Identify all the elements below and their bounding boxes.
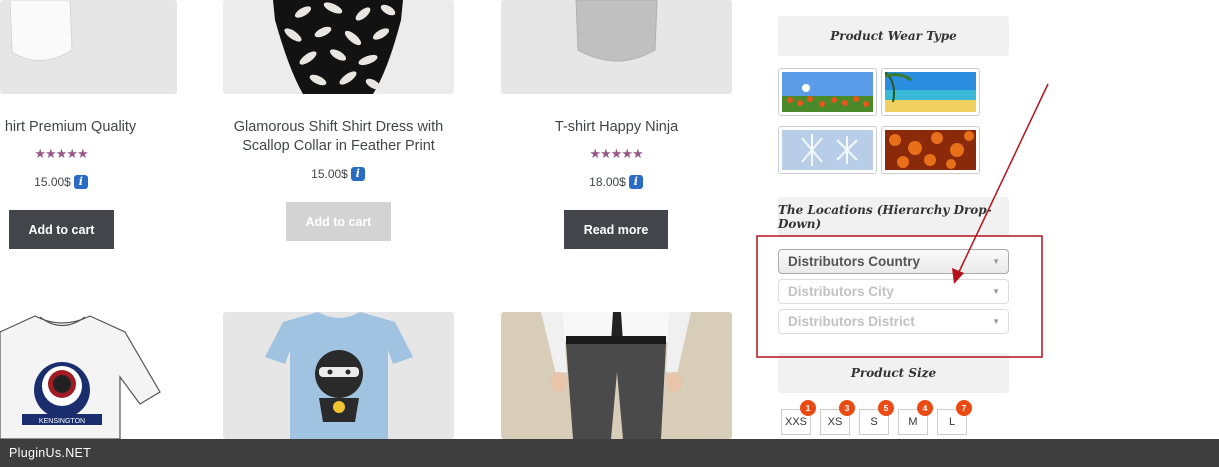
count-badge: 3 — [839, 400, 855, 416]
product-title-3[interactable]: T-shirt Happy Ninja — [501, 118, 732, 137]
price-1: 15.00$ i — [25, 175, 97, 189]
wear-type-tile-winter[interactable] — [778, 126, 877, 174]
footer-brand[interactable]: PluginUs.NET — [9, 446, 91, 460]
product-image-5[interactable] — [223, 312, 454, 439]
wear-type-tile-spring[interactable] — [778, 68, 877, 116]
wear-type-tile-autumn[interactable] — [881, 126, 980, 174]
spring-image-icon — [782, 72, 873, 112]
size-label: XS — [827, 416, 843, 428]
product-image-4[interactable]: KENSINGTON — [0, 312, 177, 439]
select-label: Distributors Country — [788, 254, 921, 269]
product-title-1[interactable]: hirt Premium Quality — [0, 118, 141, 137]
wear-type-widget-title: Product Wear Type — [778, 16, 1009, 56]
summer-image-icon — [884, 71, 976, 112]
autumn-image-icon — [885, 130, 976, 170]
caret-down-icon: ▼ — [992, 257, 1000, 266]
size-option-xxs[interactable]: XXS 1 — [781, 400, 816, 435]
read-more-button-3[interactable]: Read more — [564, 210, 668, 249]
size-label: XXS — [784, 416, 807, 428]
info-icon[interactable]: i — [350, 167, 365, 181]
price-2: 15.00$ i — [290, 167, 386, 181]
size-label: S — [870, 416, 878, 428]
winter-image-icon — [782, 130, 873, 170]
size-label: M — [908, 416, 918, 428]
locations-widget-title: The Locations (Hierarchy Drop-Down) — [778, 197, 1009, 237]
size-option-m[interactable]: M 4 — [898, 400, 933, 435]
footer-bar: PluginUs.NET — [0, 439, 1219, 467]
product-title-2[interactable]: Glamorous Shift Shirt Dress with Scallop… — [223, 118, 454, 156]
size-option-xs[interactable]: XS 3 — [820, 400, 855, 435]
shirt-badge-text: KENSINGTON — [39, 418, 85, 425]
price-value: 15.00$ — [311, 167, 348, 181]
count-badge: 1 — [800, 400, 816, 416]
rating-stars-3: ★★★★★ — [589, 146, 643, 161]
add-to-cart-button-2[interactable]: Add to cart — [286, 202, 391, 241]
add-to-cart-button-1[interactable]: Add to cart — [9, 210, 114, 249]
count-badge: 7 — [956, 400, 972, 416]
product-image-6[interactable] — [501, 312, 732, 439]
size-label: L — [948, 416, 956, 428]
select-label: Distributors District — [788, 314, 915, 329]
info-icon[interactable]: i — [73, 175, 88, 189]
distributors-country-select[interactable]: Distributors Country ▼ — [778, 249, 1009, 274]
product-size-widget-title: Product Size — [778, 353, 1009, 393]
size-option-s[interactable]: S 5 — [859, 400, 894, 435]
count-badge: 4 — [917, 400, 933, 416]
caret-down-icon: ▼ — [992, 287, 1000, 296]
price-value: 15.00$ — [34, 175, 71, 189]
info-icon[interactable]: i — [628, 175, 643, 189]
caret-down-icon: ▼ — [992, 317, 1000, 326]
price-value: 18.00$ — [589, 175, 626, 189]
product-image-1[interactable] — [0, 0, 177, 94]
product-image-3[interactable] — [501, 0, 732, 94]
distributors-city-select[interactable]: Distributors City ▼ — [778, 279, 1009, 304]
rating-stars-1: ★★★★★ — [34, 146, 88, 161]
count-badge: 5 — [878, 400, 894, 416]
price-3: 18.00$ i — [570, 175, 662, 189]
distributors-district-select[interactable]: Distributors District ▼ — [778, 309, 1009, 334]
select-label: Distributors City — [788, 284, 894, 299]
wear-type-tile-summer[interactable] — [881, 68, 980, 116]
product-image-2[interactable] — [223, 0, 454, 94]
size-option-l[interactable]: L 7 — [937, 400, 972, 435]
